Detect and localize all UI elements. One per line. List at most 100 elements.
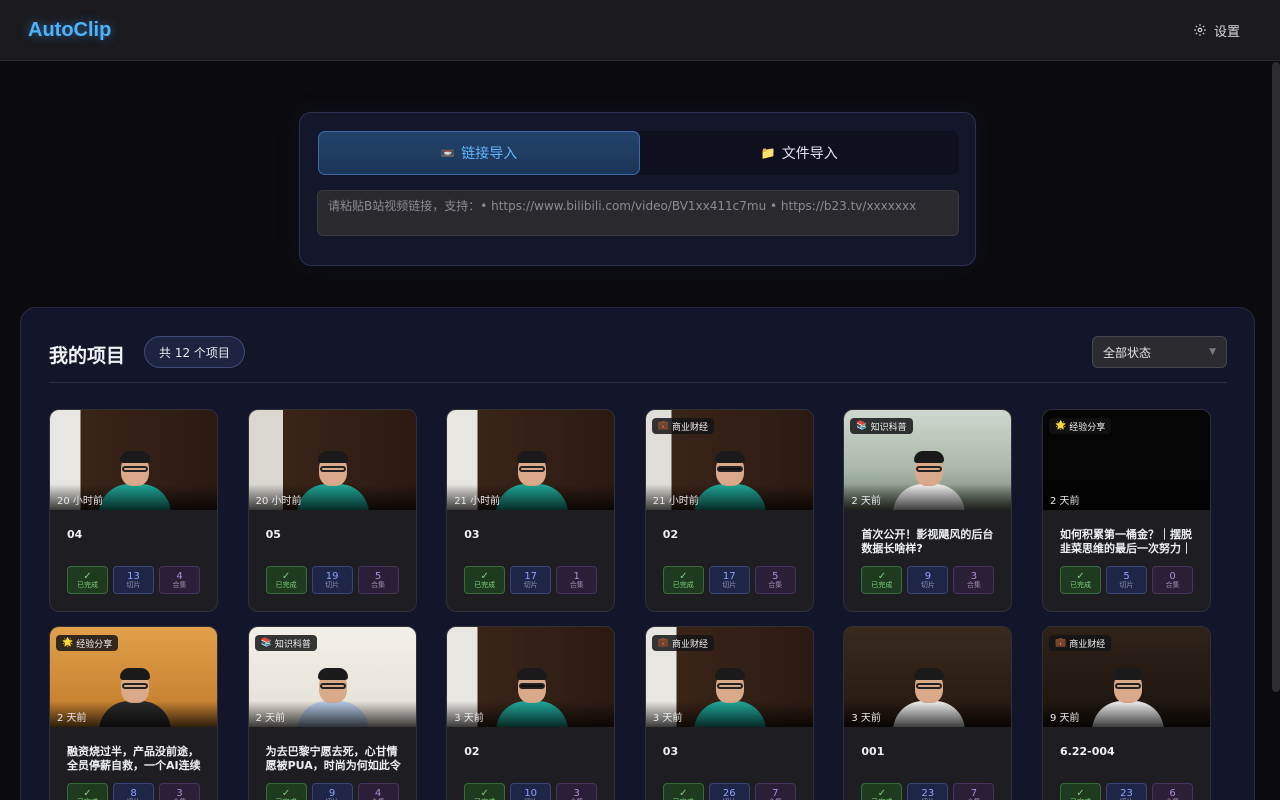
status-badge: ✓ 已完成 [67, 566, 108, 594]
project-card[interactable]: 💼 商业财经 21 小时前 02 ✓ 已完成 17 切片 5 合集 [644, 409, 814, 612]
collections-label: 合集 [1165, 580, 1180, 589]
app-logo[interactable]: AutoClip [28, 19, 111, 42]
collections-count: 3 合集 [556, 783, 598, 800]
project-title: 03 [662, 745, 679, 758]
video-thumbnail[interactable]: 💼 商业财经 3 天前 [645, 627, 813, 727]
divider [49, 382, 1227, 383]
clips-count: 9 切片 [907, 566, 949, 594]
category-icon: 📚 [260, 638, 272, 648]
category-icon: 💼 [1055, 638, 1067, 648]
project-stats: ✓ 已完成 9 切片 3 合集 [861, 566, 995, 594]
video-thumbnail[interactable]: 21 小时前 [447, 410, 615, 510]
clips-count: 19 切片 [311, 566, 353, 594]
video-thumbnail[interactable]: 🌟 经验分享 2 天前 [50, 627, 217, 727]
collections-count: 1 合集 [556, 566, 598, 594]
clips-count: 13 切片 [113, 566, 154, 594]
project-card[interactable]: 20 小时前 04 ✓ 已完成 13 切片 4 合集 [49, 409, 218, 612]
collections-count: 7 合集 [754, 783, 796, 800]
clips-value: 5 [1123, 570, 1130, 582]
project-card[interactable]: 📚 知识科普 2 天前 首次公开！影视飓风的后台数据长啥样? ✓ 已完成 9 切… [843, 409, 1013, 612]
clips-value: 19 [325, 570, 339, 582]
project-stats: ✓ 已完成 8 切片 3 合集 [67, 783, 200, 800]
status-label: 已完成 [77, 580, 98, 589]
videotape-icon: 📼 [440, 146, 456, 160]
tab-label: 链接导入 [461, 146, 518, 162]
collections-count: 6 合集 [1152, 783, 1193, 800]
clips-label: 切片 [1119, 580, 1134, 589]
status-label: 已完成 [871, 580, 893, 589]
created-time: 2 天前 [851, 496, 881, 507]
check-icon: ✓ [83, 787, 92, 799]
project-card[interactable]: 🌟 经验分享 2 天前 融资烧过半，产品没前途，全员停薪自救，一个AI连续 ✓ … [49, 626, 218, 800]
category-label: 知识科普 [870, 422, 907, 433]
tab-file-import[interactable]: 📁 文件导入 [640, 131, 960, 175]
project-card[interactable]: 3 天前 02 ✓ 已完成 10 切片 3 合集 [446, 626, 616, 800]
category-label: 商业财经 [672, 639, 709, 650]
category-tag: 🌟 经验分享 [1049, 418, 1112, 434]
clips-label: 切片 [920, 580, 935, 589]
created-time: 9 天前 [1050, 713, 1080, 724]
video-thumbnail[interactable]: 🌟 经验分享 2 天前 [1043, 410, 1210, 510]
collections-value: 7 [772, 787, 779, 799]
video-thumbnail[interactable]: 📚 知识科普 2 天前 [248, 627, 416, 727]
collections-value: 4 [374, 787, 382, 799]
status-badge: ✓ 已完成 [861, 566, 903, 594]
video-thumbnail[interactable]: 3 天前 [844, 627, 1012, 727]
video-thumbnail[interactable]: 💼 商业财经 21 小时前 [645, 410, 813, 510]
collections-value: 6 [1169, 787, 1176, 799]
category-icon: 💼 [657, 638, 670, 648]
project-title: 05 [265, 528, 281, 541]
check-icon: ✓ [83, 570, 92, 582]
project-card[interactable]: 💼 商业财经 9 天前 6.22-004 ✓ 已完成 23 切片 6 合集 [1042, 626, 1211, 800]
video-thumbnail[interactable]: 20 小时前 [248, 410, 416, 510]
collections-label: 合集 [371, 580, 386, 589]
created-time: 3 天前 [652, 713, 683, 724]
status-badge: ✓ 已完成 [265, 783, 307, 800]
video-thumbnail[interactable]: 20 小时前 [50, 410, 217, 510]
status-filter-value: 全部状态 [1103, 345, 1152, 360]
video-thumbnail[interactable]: 📚 知识科普 2 天前 [844, 410, 1012, 510]
collections-label: 合集 [172, 580, 187, 589]
clips-count: 17 切片 [708, 566, 750, 594]
status-badge: ✓ 已完成 [662, 566, 704, 594]
check-icon: ✓ [480, 787, 489, 799]
category-label: 商业财经 [1069, 639, 1106, 650]
project-card[interactable]: 3 天前 001 ✓ 已完成 23 切片 7 合集 [843, 626, 1013, 800]
project-stats: ✓ 已完成 19 切片 5 合集 [265, 566, 399, 594]
project-card[interactable]: 📚 知识科普 2 天前 为去巴黎宁愿去死，心甘情愿被PUA，时尚为何如此令 ✓ … [247, 626, 417, 800]
clips-value: 9 [924, 570, 932, 582]
status-label: 已完成 [1070, 580, 1091, 589]
clips-label: 切片 [523, 580, 538, 589]
created-time: 3 天前 [851, 713, 881, 724]
video-url-input[interactable] [317, 190, 959, 236]
page-scrollbar[interactable] [1272, 62, 1280, 692]
project-title: 为去巴黎宁愿去死，心甘情愿被PUA，时尚为何如此令 [265, 745, 401, 772]
tab-label: 文件导入 [781, 146, 838, 162]
project-title: 02 [464, 745, 480, 758]
tab-link-import[interactable]: 📼 链接导入 [318, 131, 640, 175]
category-icon: 📚 [856, 421, 868, 431]
video-thumbnail[interactable]: 💼 商业财经 9 天前 [1043, 627, 1210, 727]
collections-count: 4 合集 [357, 783, 399, 800]
clips-value: 8 [130, 787, 137, 799]
clips-value: 10 [524, 787, 538, 799]
project-title: 如何积累第一桶金？｜摆脱韭菜思维的最后一次努力｜ [1060, 528, 1192, 555]
check-icon: ✓ [877, 570, 887, 582]
clips-count: 23 切片 [1106, 783, 1147, 800]
video-thumbnail[interactable]: 3 天前 [447, 627, 615, 727]
status-badge: ✓ 已完成 [1060, 566, 1101, 594]
category-icon: 💼 [657, 421, 670, 431]
clips-count: 5 切片 [1106, 566, 1147, 594]
status-badge: ✓ 已完成 [1060, 783, 1101, 800]
project-card[interactable]: 🌟 经验分享 2 天前 如何积累第一桶金？｜摆脱韭菜思维的最后一次努力｜ ✓ 已… [1042, 409, 1211, 612]
project-title: 03 [464, 528, 480, 541]
category-label: 经验分享 [76, 639, 113, 650]
project-title: 04 [67, 528, 83, 541]
status-filter-select[interactable]: 全部状态 ▼ [1092, 336, 1227, 368]
collections-count: 3 合集 [159, 783, 200, 800]
project-card[interactable]: 21 小时前 03 ✓ 已完成 17 切片 1 合集 [446, 409, 616, 612]
project-card[interactable]: 20 小时前 05 ✓ 已完成 19 切片 5 合集 [247, 409, 417, 612]
settings-button[interactable]: 设置 [1193, 21, 1240, 40]
project-card[interactable]: 💼 商业财经 3 天前 03 ✓ 已完成 26 切片 7 合集 [644, 626, 814, 800]
collections-value: 1 [573, 570, 580, 582]
